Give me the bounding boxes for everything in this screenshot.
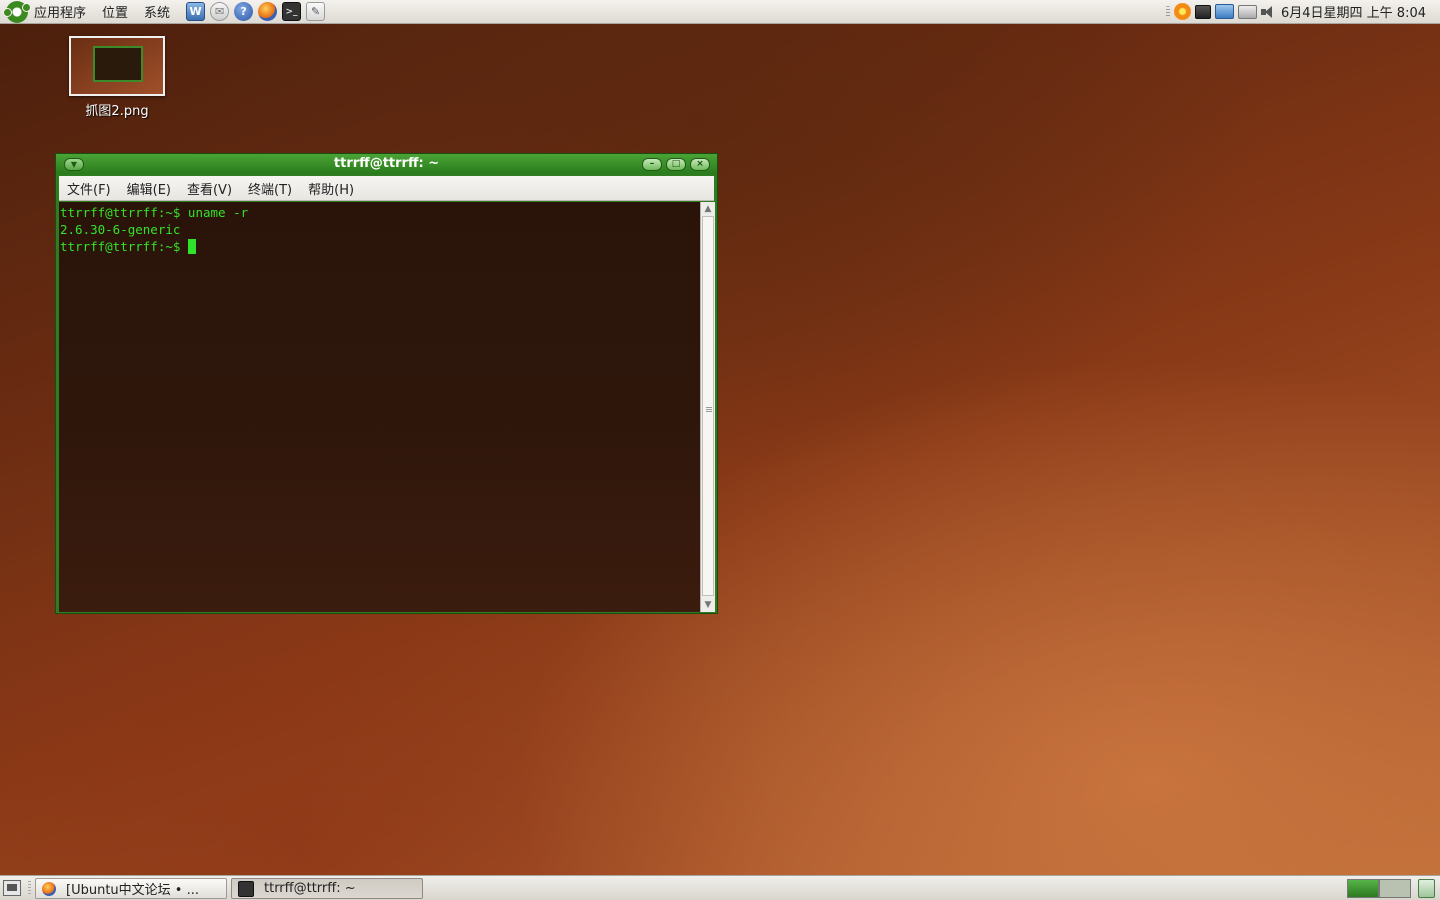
workspace-2[interactable] [1379, 879, 1411, 898]
terminal-titlebar[interactable]: ▼ ttrrff@ttrrff: ~ – □ × [56, 154, 717, 174]
scroll-down-icon[interactable]: ▼ [703, 600, 713, 610]
show-desktop-icon[interactable] [3, 880, 21, 896]
network-icon[interactable] [1195, 4, 1211, 19]
terminal-window: ▼ ttrrff@ttrrff: ~ – □ × 文件(F) 编辑(E) 查看(… [55, 153, 718, 614]
terminal-prompt-line: ttrrff@ttrrff:~$ [60, 238, 699, 255]
trash-icon[interactable] [1418, 879, 1435, 898]
ubuntu-logo-icon[interactable] [3, 0, 31, 23]
terminal-prompt: ttrrff@ttrrff:~$ [60, 239, 188, 254]
menu-file[interactable]: 文件(F) [67, 179, 111, 198]
desktop-file-icon[interactable]: 抓图2.png [62, 36, 172, 119]
top-panel: 应用程序 位置 系统 W ✉ ? >_ ✎ 6月4日星期四 上午 8:04 [0, 0, 1440, 24]
tray-handle-icon[interactable] [1166, 5, 1170, 18]
scrollbar-thumb[interactable] [702, 216, 714, 596]
terminal-scrollbar[interactable]: ▲ ▼ [700, 202, 715, 612]
help-icon[interactable]: ? [234, 2, 254, 21]
display-icon[interactable] [1215, 4, 1234, 19]
menu-terminal[interactable]: 终端(T) [248, 179, 292, 198]
terminal-menubar: 文件(F) 编辑(E) 查看(V) 终端(T) 帮助(H) [59, 176, 714, 201]
terminal-icon[interactable]: >_ [282, 2, 302, 21]
taskbar-item-terminal[interactable]: ttrrff@ttrrff: ~ [231, 878, 423, 899]
menu-edit[interactable]: 编辑(E) [127, 179, 171, 198]
firefox-icon[interactable] [258, 2, 278, 21]
menu-applications[interactable]: 应用程序 [34, 2, 86, 21]
menu-system[interactable]: 系统 [144, 2, 170, 21]
workspace-1[interactable] [1347, 879, 1379, 898]
printer-icon[interactable] [1238, 4, 1257, 19]
window-title: ttrrff@ttrrff: ~ [333, 156, 440, 171]
scrollbar-grip-icon [706, 407, 712, 413]
window-menu-icon[interactable]: ▼ [64, 158, 84, 171]
close-button[interactable]: × [690, 158, 710, 171]
maximize-button[interactable]: □ [666, 158, 686, 171]
system-monitor-icon[interactable]: W [186, 2, 206, 21]
menu-places[interactable]: 位置 [102, 2, 128, 21]
menu-help[interactable]: 帮助(H) [308, 179, 354, 198]
terminal-line: 2.6.30-6-generic [60, 222, 181, 237]
terminal-output[interactable]: ttrrff@ttrrff:~$ uname -r 2.6.30-6-gener… [59, 202, 700, 612]
taskbar-item-firefox[interactable]: [Ubuntu中文论坛 • ... [35, 878, 227, 899]
minimize-button[interactable]: – [642, 158, 662, 171]
scroll-up-icon[interactable]: ▲ [703, 204, 713, 214]
clock[interactable]: 6月4日星期四 上午 8:04 [1281, 2, 1426, 21]
taskbar-item-label: [Ubuntu中文论坛 • ... [66, 883, 199, 898]
text-editor-icon[interactable]: ✎ [306, 2, 326, 21]
text-cursor [187, 239, 196, 254]
image-thumbnail-icon[interactable] [69, 36, 165, 96]
terminal-icon [238, 880, 254, 897]
update-notifier-icon[interactable] [1174, 3, 1191, 20]
notification-area: 6月4日星期四 上午 8:04 [1162, 2, 1440, 21]
taskbar-item-label: ttrrff@ttrrff: ~ [264, 881, 356, 896]
panel-handle-icon [28, 881, 31, 895]
desktop-file-label: 抓图2.png [85, 104, 149, 119]
menu-view[interactable]: 查看(V) [187, 179, 232, 198]
bottom-panel: [Ubuntu中文论坛 • ... ttrrff@ttrrff: ~ [0, 875, 1440, 900]
terminal-line: ttrrff@ttrrff:~$ uname -r [60, 205, 249, 220]
volume-icon[interactable] [1261, 5, 1275, 19]
mail-icon[interactable]: ✉ [210, 2, 230, 21]
firefox-icon [42, 881, 56, 896]
